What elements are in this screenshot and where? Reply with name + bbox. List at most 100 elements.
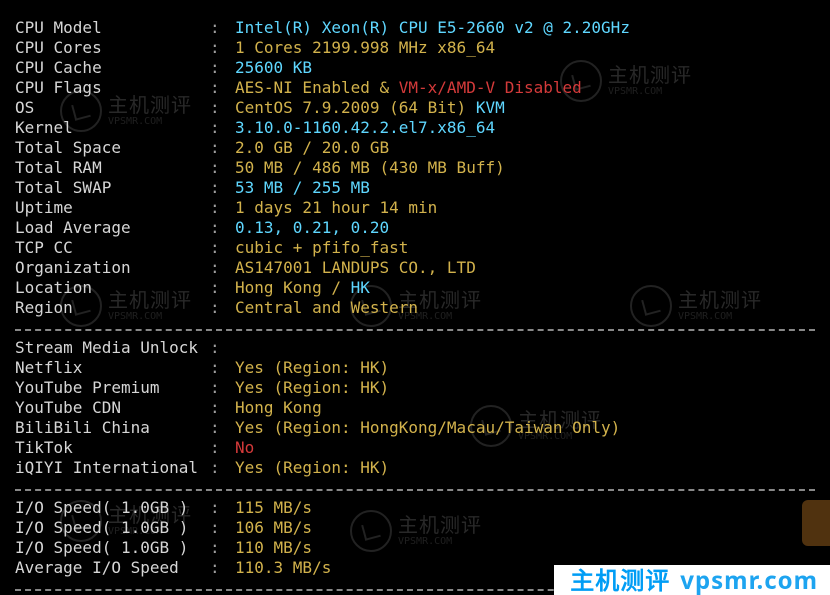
- row-label: CPU Cache: [15, 58, 210, 78]
- row-value: Hong Kong / HK: [235, 278, 370, 298]
- stream-row-4: TikTok: No: [15, 438, 815, 458]
- section-divider: [15, 326, 815, 331]
- info-row-7: Total RAM: 50 MB / 486 MB (430 MB Buff): [15, 158, 815, 178]
- row-label: OS: [15, 98, 210, 118]
- badge-title: 主机测评: [570, 571, 670, 591]
- row-colon: :: [210, 158, 235, 178]
- row-label: Stream Media Unlock: [15, 338, 210, 358]
- row-value: Intel(R) Xeon(R) CPU E5-2660 v2 @ 2.20GH…: [235, 18, 630, 38]
- stream-row-2: YouTube CDN: Hong Kong: [15, 398, 815, 418]
- info-row-6: Total Space: 2.0 GB / 20.0 GB: [15, 138, 815, 158]
- row-value: Hong Kong: [235, 398, 322, 418]
- row-colon: :: [210, 498, 235, 518]
- row-value: 106 MB/s: [235, 518, 312, 538]
- row-label: Netflix: [15, 358, 210, 378]
- row-label: I/O Speed( 1.0GB ): [15, 518, 210, 538]
- info-row-0: CPU Model: Intel(R) Xeon(R) CPU E5-2660 …: [15, 18, 815, 38]
- partial-logo-right: [802, 500, 830, 546]
- section-divider: [15, 486, 815, 491]
- row-colon: :: [210, 438, 235, 458]
- row-colon: :: [210, 238, 235, 258]
- row-value: AES-NI Enabled & VM-x/AMD-V Disabled: [235, 78, 582, 98]
- row-colon: :: [210, 98, 235, 118]
- row-value: 1 days 21 hour 14 min: [235, 198, 437, 218]
- row-value: 110.3 MB/s: [235, 558, 331, 578]
- row-value: Yes (Region: HK): [235, 458, 389, 478]
- row-value: AS147001 LANDUPS CO., LTD: [235, 258, 476, 278]
- info-row-14: Region: Central and Western: [15, 298, 815, 318]
- row-value: Central and Western: [235, 298, 418, 318]
- row-label: CPU Cores: [15, 38, 210, 58]
- info-row-2: CPU Cache: 25600 KB: [15, 58, 815, 78]
- info-row-8: Total SWAP: 53 MB / 255 MB: [15, 178, 815, 198]
- row-label: Load Average: [15, 218, 210, 238]
- row-colon: :: [210, 398, 235, 418]
- row-value: 0.13, 0.21, 0.20: [235, 218, 389, 238]
- row-label: Total RAM: [15, 158, 210, 178]
- row-colon: :: [210, 338, 235, 358]
- row-label: I/O Speed( 1.0GB ): [15, 498, 210, 518]
- row-label: YouTube Premium: [15, 378, 210, 398]
- row-colon: :: [210, 538, 235, 558]
- row-value: 53 MB / 255 MB: [235, 178, 370, 198]
- row-label: BiliBili China: [15, 418, 210, 438]
- row-label: Region: [15, 298, 210, 318]
- info-row-10: Load Average: 0.13, 0.21, 0.20: [15, 218, 815, 238]
- row-label: TCP CC: [15, 238, 210, 258]
- info-row-13: Location: Hong Kong / HK: [15, 278, 815, 298]
- io-row-1: I/O Speed( 1.0GB ): 106 MB/s: [15, 518, 815, 538]
- row-value: 2.0 GB / 20.0 GB: [235, 138, 389, 158]
- row-value: cubic + pfifo_fast: [235, 238, 408, 258]
- row-colon: :: [210, 198, 235, 218]
- stream-header-row: Stream Media Unlock:: [15, 338, 815, 358]
- row-colon: :: [210, 458, 235, 478]
- stream-row-3: BiliBili China: Yes (Region: HongKong/Ma…: [15, 418, 815, 438]
- row-label: Organization: [15, 258, 210, 278]
- io-row-2: I/O Speed( 1.0GB ): 110 MB/s: [15, 538, 815, 558]
- row-colon: :: [210, 298, 235, 318]
- row-value: Yes (Region: HK): [235, 358, 389, 378]
- row-colon: :: [210, 118, 235, 138]
- source-badge: 主机测评 vpsmr.com: [554, 565, 830, 595]
- row-label: Total SWAP: [15, 178, 210, 198]
- row-label: iQIYI International: [15, 458, 210, 478]
- row-value: Yes (Region: HK): [235, 378, 389, 398]
- row-value: 25600 KB: [235, 58, 312, 78]
- row-colon: :: [210, 18, 235, 38]
- badge-domain: vpsmr.com: [680, 571, 818, 591]
- row-value: CentOS 7.9.2009 (64 Bit) KVM: [235, 98, 505, 118]
- row-colon: :: [210, 138, 235, 158]
- row-label: CPU Model: [15, 18, 210, 38]
- row-value: 110 MB/s: [235, 538, 312, 558]
- row-colon: :: [210, 38, 235, 58]
- row-label: Kernel: [15, 118, 210, 138]
- row-label: Total Space: [15, 138, 210, 158]
- info-row-5: Kernel: 3.10.0-1160.42.2.el7.x86_64: [15, 118, 815, 138]
- info-row-4: OS: CentOS 7.9.2009 (64 Bit) KVM: [15, 98, 815, 118]
- row-colon: :: [210, 518, 235, 538]
- row-value: 115 MB/s: [235, 498, 312, 518]
- row-label: Location: [15, 278, 210, 298]
- row-colon: :: [210, 218, 235, 238]
- row-label: Uptime: [15, 198, 210, 218]
- info-row-11: TCP CC: cubic + pfifo_fast: [15, 238, 815, 258]
- row-colon: :: [210, 358, 235, 378]
- row-colon: :: [210, 418, 235, 438]
- info-row-1: CPU Cores: 1 Cores 2199.998 MHz x86_64: [15, 38, 815, 58]
- row-label: Average I/O Speed: [15, 558, 210, 578]
- row-value: 3.10.0-1160.42.2.el7.x86_64: [235, 118, 495, 138]
- row-value: 1 Cores 2199.998 MHz x86_64: [235, 38, 495, 58]
- row-colon: :: [210, 58, 235, 78]
- stream-row-0: Netflix: Yes (Region: HK): [15, 358, 815, 378]
- terminal-output: CPU Model: Intel(R) Xeon(R) CPU E5-2660 …: [0, 0, 830, 595]
- row-label: CPU Flags: [15, 78, 210, 98]
- row-colon: :: [210, 78, 235, 98]
- row-value: Yes (Region: HongKong/Macau/Taiwan Only): [235, 418, 620, 438]
- row-value: 50 MB / 486 MB (430 MB Buff): [235, 158, 505, 178]
- info-row-9: Uptime: 1 days 21 hour 14 min: [15, 198, 815, 218]
- row-label: YouTube CDN: [15, 398, 210, 418]
- row-colon: :: [210, 258, 235, 278]
- row-label: I/O Speed( 1.0GB ): [15, 538, 210, 558]
- row-colon: :: [210, 558, 235, 578]
- row-value: No: [235, 438, 254, 458]
